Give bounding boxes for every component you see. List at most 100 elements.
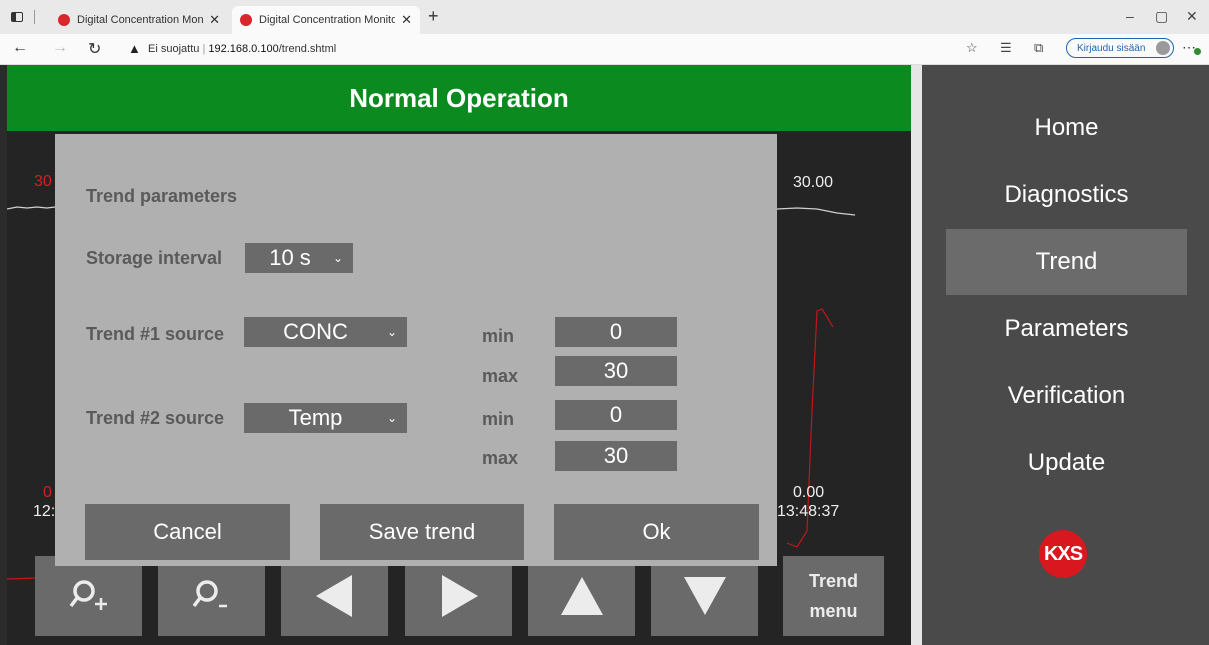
trend2-min-label: min — [482, 409, 515, 429]
url-path: /trend.shtml — [278, 43, 337, 55]
sidebar: Home Diagnostics Trend Parameters Verifi… — [922, 65, 1209, 645]
trend1-max-value: 30 — [603, 358, 629, 383]
scroll-down-button[interactable] — [651, 556, 758, 636]
trend2-source-select[interactable]: Temp ⌄ — [244, 403, 407, 433]
sidebar-item-label: Update — [1027, 449, 1106, 476]
close-window-button[interactable]: ✕ — [1186, 8, 1198, 25]
trend1-source-select[interactable]: CONC ⌄ — [244, 317, 407, 347]
storage-interval-label: Storage interval — [86, 248, 223, 268]
cancel-label: Cancel — [153, 519, 222, 544]
url-host: 192.168.0.100 — [208, 43, 279, 55]
arrow-up-icon — [560, 577, 603, 615]
sidebar-item-parameters[interactable]: Parameters — [946, 296, 1187, 362]
kxs-logo: KXS — [1039, 530, 1087, 578]
storage-interval-value: 10 s — [269, 245, 311, 270]
sidebar-item-label: Diagnostics — [1004, 181, 1129, 208]
trend2-min-input[interactable]: 0 — [555, 400, 677, 430]
browser-tab-1[interactable]: Digital Concentration Monitor ✕ — [50, 6, 228, 34]
trend-1-line — [7, 206, 56, 210]
forward-icon[interactable]: → — [52, 39, 68, 57]
minimize-button[interactable]: – — [1126, 8, 1134, 24]
scroll-left-button[interactable] — [281, 556, 388, 636]
zoom-out-button[interactable] — [158, 556, 265, 636]
url-field[interactable]: Ei suojattu | 192.168.0.100/trend.shtml — [148, 43, 336, 55]
ok-label: Ok — [642, 519, 671, 544]
left-time-label: 12: — [33, 503, 56, 520]
cancel-button[interactable]: Cancel — [85, 504, 290, 560]
scrollbar-gutter — [911, 65, 922, 645]
ok-button[interactable]: Ok — [554, 504, 759, 560]
browser-tab-2[interactable]: Digital Concentration Monitor ✕ — [232, 6, 420, 34]
logo-text: KXS — [1043, 542, 1083, 565]
favorite-star-icon[interactable]: ☆ — [966, 40, 978, 56]
tab-actions-icon[interactable] — [11, 12, 23, 22]
signin-label: Kirjaudu sisään — [1077, 42, 1146, 54]
zoom-out-icon — [192, 580, 227, 608]
scroll-up-button[interactable] — [528, 556, 635, 636]
avatar — [1156, 41, 1170, 55]
trend1-min-value: 0 — [609, 319, 623, 344]
save-trend-button[interactable]: Save trend — [320, 504, 524, 560]
signin-button[interactable]: Kirjaudu sisään — [1066, 38, 1174, 58]
trend2-max-value: 30 — [603, 443, 629, 468]
security-label: Ei suojattu — [148, 43, 200, 55]
sidebar-item-diagnostics[interactable]: Diagnostics — [946, 162, 1187, 228]
collections-icon[interactable]: ⧉ — [1034, 40, 1043, 56]
browser-tab-bar: Digital Concentration Monitor ✕ Digital … — [0, 0, 1209, 34]
trend1-source-value: CONC — [283, 319, 348, 344]
sidebar-item-label: Home — [1034, 114, 1099, 141]
close-tab-icon[interactable]: ✕ — [401, 12, 412, 28]
chevron-down-icon: ⌄ — [386, 411, 397, 425]
trend2-min-value: 0 — [609, 402, 623, 427]
sidebar-item-trend[interactable]: Trend — [946, 229, 1187, 295]
trend1-max-label: max — [482, 366, 519, 386]
trend2-max-input[interactable]: 30 — [555, 441, 677, 471]
sidebar-item-label: Parameters — [1004, 315, 1129, 342]
trend2-max-label: max — [482, 448, 519, 468]
right-time-label: 13:48:37 — [777, 503, 840, 520]
trend-menu-label-2: menu — [809, 601, 858, 621]
tab-title: Digital Concentration Monitor — [259, 14, 396, 26]
trend1-min-label: min — [482, 326, 515, 346]
trend2-source-label: Trend #2 source — [86, 408, 225, 428]
save-trend-label: Save trend — [368, 519, 476, 544]
zoom-in-button[interactable] — [35, 556, 142, 636]
status-text: Normal Operation — [349, 82, 569, 113]
trend-2-line — [776, 207, 856, 216]
reload-icon[interactable]: ↻ — [88, 39, 101, 59]
trend-menu-button[interactable]: Trend menu — [783, 556, 884, 636]
tab-separator — [34, 10, 35, 24]
trend1-min-input[interactable]: 0 — [555, 317, 677, 347]
site-favicon-icon — [240, 14, 252, 26]
dialog-title: Trend parameters — [86, 186, 238, 206]
status-banner: Normal Operation — [7, 65, 911, 131]
arrow-down-icon — [683, 577, 726, 615]
maximize-button[interactable]: ▢ — [1155, 8, 1168, 25]
right-max-label: 30.00 — [793, 174, 834, 191]
trend1-max-input[interactable]: 30 — [555, 356, 677, 386]
zoom-in-icon — [69, 580, 107, 610]
scroll-right-button[interactable] — [405, 556, 512, 636]
sidebar-item-verification[interactable]: Verification — [946, 363, 1187, 429]
storage-interval-select[interactable]: 10 s ⌄ — [245, 243, 353, 273]
new-tab-button[interactable]: + — [428, 6, 439, 27]
favorites-icon[interactable]: ☰ — [1000, 40, 1012, 56]
sidebar-item-label: Verification — [1007, 382, 1126, 409]
arrow-right-icon — [441, 575, 478, 617]
chevron-down-icon: ⌄ — [332, 251, 343, 265]
close-tab-icon[interactable]: ✕ — [209, 12, 220, 28]
trend-menu-label-1: Trend — [808, 571, 858, 591]
warning-icon[interactable]: ▲ — [128, 41, 141, 56]
sidebar-item-home[interactable]: Home — [946, 95, 1187, 161]
trend-parameters-dialog: Trend parameters Storage interval 10 s ⌄… — [55, 134, 777, 566]
site-favicon-icon — [58, 14, 70, 26]
back-icon[interactable]: ← — [12, 39, 28, 57]
sidebar-item-update[interactable]: Update — [946, 430, 1187, 496]
address-bar: ← → ↻ ▲ Ei suojattu | 192.168.0.100/tren… — [0, 34, 1209, 65]
left-max-label: 30 — [34, 173, 52, 190]
trend2-source-value: Temp — [288, 405, 343, 430]
left-min-label: 0 — [43, 484, 52, 501]
arrow-left-icon — [315, 575, 352, 617]
trend1-source-label: Trend #1 source — [86, 324, 225, 344]
update-indicator-icon — [1194, 48, 1201, 55]
